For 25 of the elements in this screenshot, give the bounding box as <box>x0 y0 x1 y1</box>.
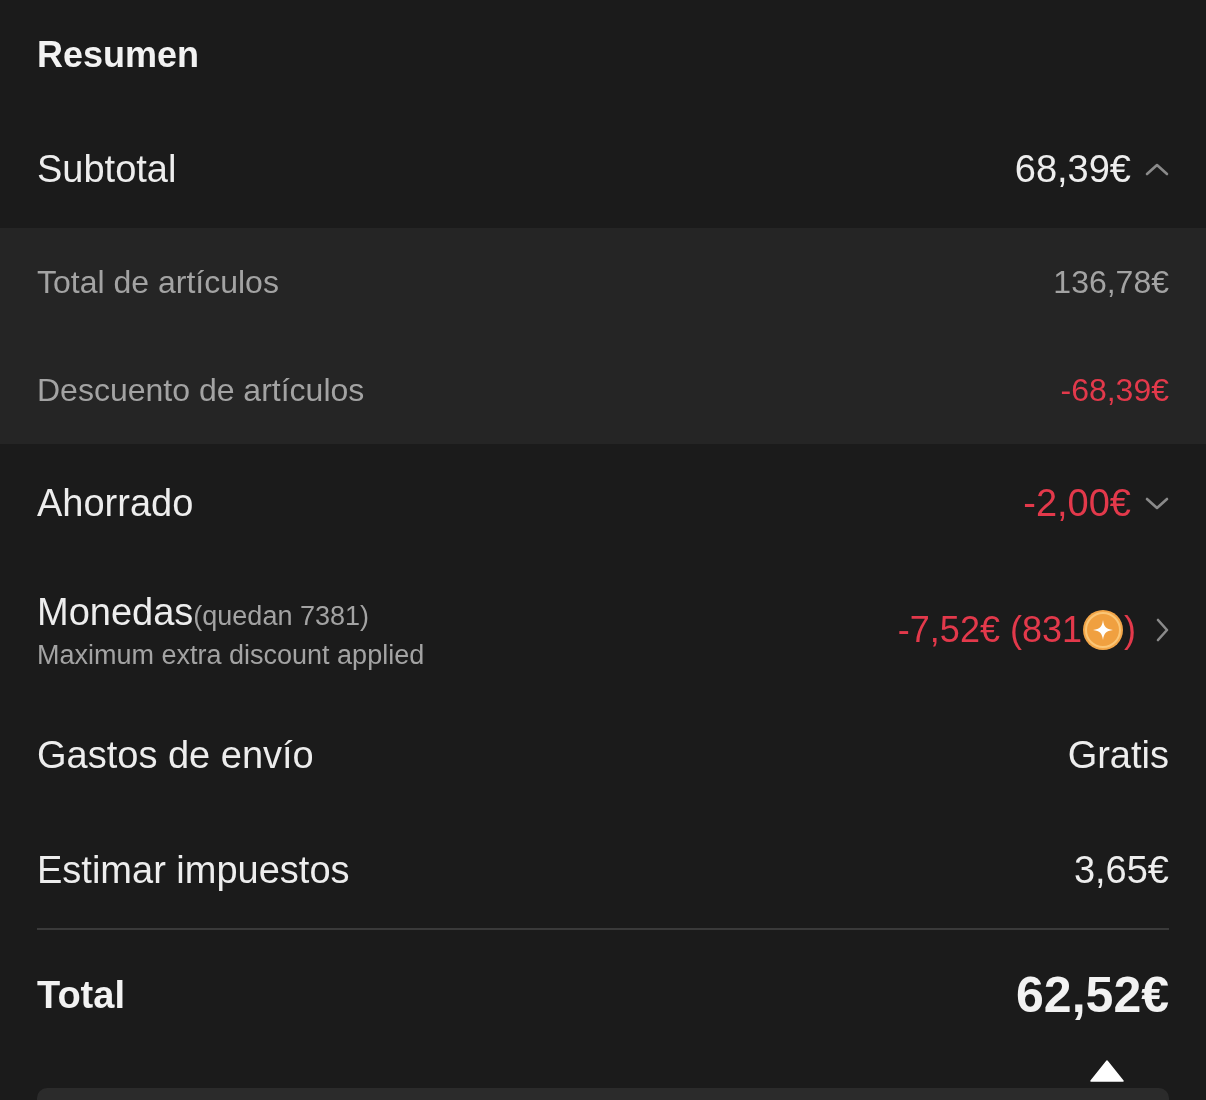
chevron-up-icon[interactable] <box>1145 162 1169 176</box>
chevron-right-icon[interactable] <box>1156 617 1169 642</box>
row-label: Estimar impuestos <box>37 848 350 893</box>
row-label: Gastos de envío <box>37 732 314 778</box>
detail-label: Total de artículos <box>37 263 279 302</box>
row-value: 3,65€ <box>1073 848 1169 893</box>
row-value: 68,39€ <box>1014 146 1131 192</box>
row-subtitle: Maximum extra discount applied <box>37 638 425 672</box>
row-label: Ahorrado <box>37 480 194 526</box>
detail-label: Descuento de artículos <box>37 371 365 410</box>
chevron-down-icon[interactable] <box>1145 496 1169 510</box>
total-value: 62,52€ <box>1016 965 1169 1025</box>
coins-remaining: (quedan 7381) <box>193 599 369 633</box>
row-value: -7,52€ (831 <box>897 607 1082 652</box>
section-title: Resumen <box>37 33 200 77</box>
row-value: -2,00€ <box>1023 480 1131 526</box>
detail-value: -68,39€ <box>1060 371 1169 410</box>
coin-icon <box>1082 608 1124 651</box>
total-label: Total <box>37 972 125 1018</box>
detail-value: 136,78€ <box>1053 263 1169 302</box>
row-label: Monedas <box>37 589 194 635</box>
closing-parenthesis: ) <box>1124 607 1136 652</box>
pointer-triangle-icon <box>1090 1060 1124 1082</box>
row-label: Subtotal <box>37 146 177 192</box>
row-value: Gratis <box>1067 732 1169 778</box>
